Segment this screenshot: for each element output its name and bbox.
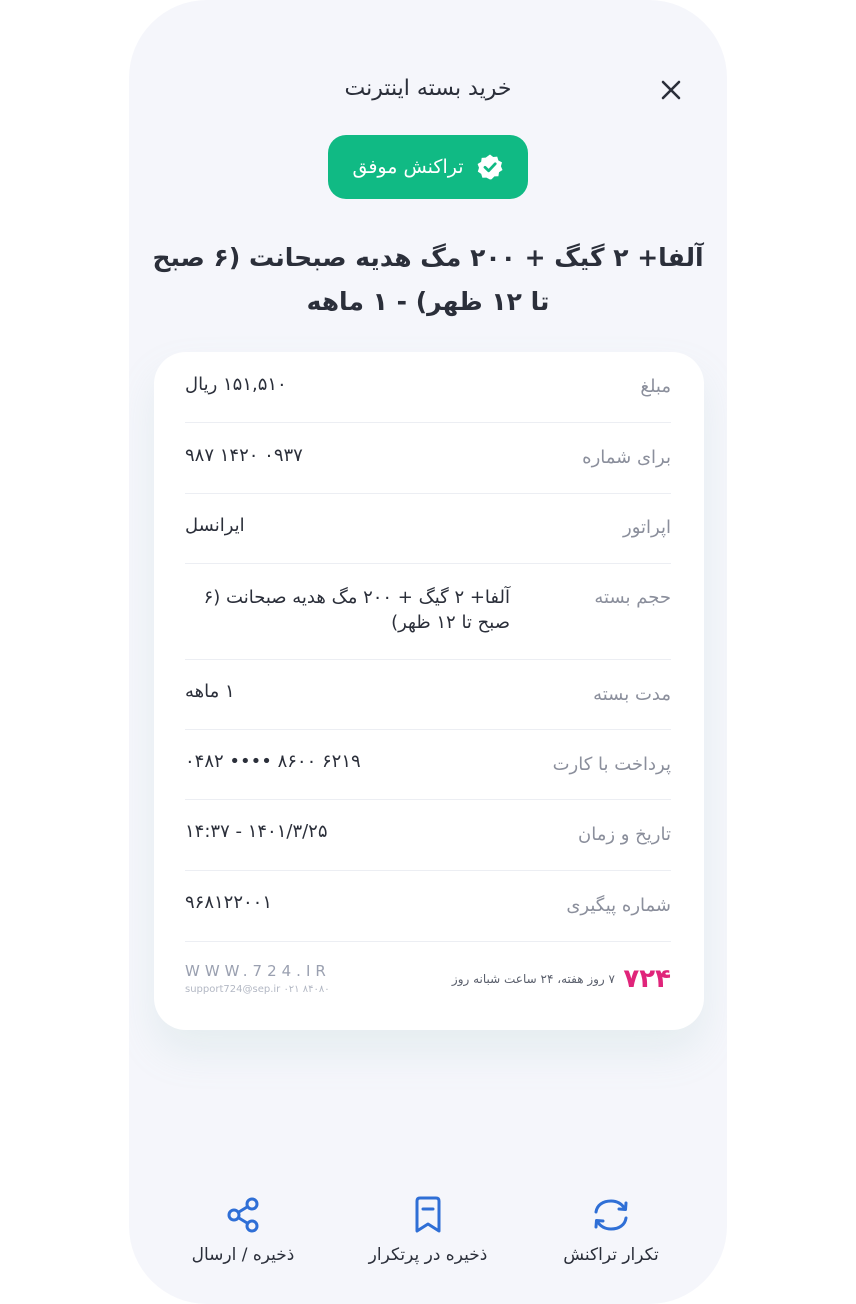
receipt-card: مبلغ ۱۵۱,۵۱۰ ریال برای شماره ۰۹۳۷ ۱۴۲۰ ۹…: [154, 352, 704, 1030]
detail-label: تاریخ و زمان: [578, 824, 671, 845]
action-label: ذخیره در پرتکرار: [368, 1245, 488, 1265]
detail-row-phone: برای شماره ۰۹۳۷ ۱۴۲۰ ۹۸۷: [185, 423, 671, 494]
share-button[interactable]: ذخیره / ارسال: [153, 1195, 333, 1265]
detail-value: ۱ ماهه: [185, 681, 235, 702]
package-title: آلفا+ ۲ گیگ + ۲۰۰ مگ هدیه صبحانت (۶ صبح …: [152, 243, 704, 316]
detail-row-datetime: تاریخ و زمان ۱۴۰۱/۳/۲۵ - ۱۴:۳۷: [185, 800, 671, 871]
phone-screen: خرید بسته اینترنت تراکنش موفق آلفا+ ۲ گی…: [129, 0, 727, 1304]
receipt-footer: WWW.724.IR support724@sep.ir ۰۲۱ ۸۴۰۸۰ ۷…: [185, 952, 671, 1012]
detail-value: آلفا+ ۲ گیگ + ۲۰۰ مگ هدیه صبحانت (۶ صبح …: [203, 587, 510, 633]
support-contact: support724@sep.ir ۰۲۱ ۸۴۰۸۰: [185, 984, 330, 995]
page-title: خرید بسته اینترنت: [344, 76, 512, 101]
action-label: تکرار تراکنش: [563, 1245, 659, 1265]
detail-row-operator: اپراتور ایرانسل: [185, 494, 671, 564]
header: خرید بسته اینترنت: [129, 60, 727, 120]
detail-value: ایرانسل: [185, 515, 245, 536]
save-favorite-button[interactable]: ذخیره در پرتکرار: [338, 1195, 518, 1265]
detail-value: ۹۶۸۱۲۲۰۰۱: [185, 892, 273, 913]
detail-value: ۱۴۰۱/۳/۲۵ - ۱۴:۳۷: [185, 821, 328, 842]
detail-label: مبلغ: [640, 376, 671, 397]
website-link[interactable]: WWW.724.IR: [185, 962, 331, 980]
share-icon: [227, 1197, 259, 1233]
close-icon: [661, 80, 681, 100]
detail-label: حجم بسته: [594, 587, 671, 608]
detail-value: ۰۹۳۷ ۱۴۲۰ ۹۸۷: [185, 445, 303, 466]
detail-label: پرداخت با کارت: [552, 754, 671, 775]
detail-label: شماره پیگیری: [566, 895, 671, 916]
action-label: ذخیره / ارسال: [191, 1245, 295, 1265]
detail-label: مدت بسته: [593, 684, 671, 705]
repeat-transaction-button[interactable]: تکرار تراکنش: [521, 1195, 701, 1265]
support-hours: ۷ روز هفته، ۲۴ ساعت شبانه روز: [451, 972, 615, 986]
status-badge: تراکنش موفق: [328, 135, 528, 199]
detail-value: ۱۵۱,۵۱۰ ریال: [185, 374, 287, 395]
verified-check-icon: [476, 153, 504, 181]
repeat-icon: [594, 1199, 628, 1231]
detail-row-duration: مدت بسته ۱ ماهه: [185, 660, 671, 730]
detail-row-package: حجم بسته آلفا+ ۲ گیگ + ۲۰۰ مگ هدیه صبحان…: [185, 564, 671, 660]
detail-row-amount: مبلغ ۱۵۱,۵۱۰ ریال: [185, 352, 671, 423]
detail-value: ۶۲۱۹ ۸۶۰۰ •••• ۰۴۸۲: [185, 751, 361, 772]
detail-label: برای شماره: [582, 447, 671, 468]
brand-logo: ۷۲۴: [623, 964, 671, 994]
detail-label: اپراتور: [623, 517, 671, 538]
action-bar: تکرار تراکنش ذخیره در پرتکرار ذخیره / ار…: [129, 1195, 727, 1285]
close-button[interactable]: [655, 74, 687, 106]
detail-row-card: پرداخت با کارت ۶۲۱۹ ۸۶۰۰ •••• ۰۴۸۲: [185, 730, 671, 800]
detail-row-tracking: شماره پیگیری ۹۶۸۱۲۲۰۰۱: [185, 871, 671, 942]
status-label: تراکنش موفق: [352, 156, 464, 178]
bookmark-icon: [415, 1196, 441, 1233]
